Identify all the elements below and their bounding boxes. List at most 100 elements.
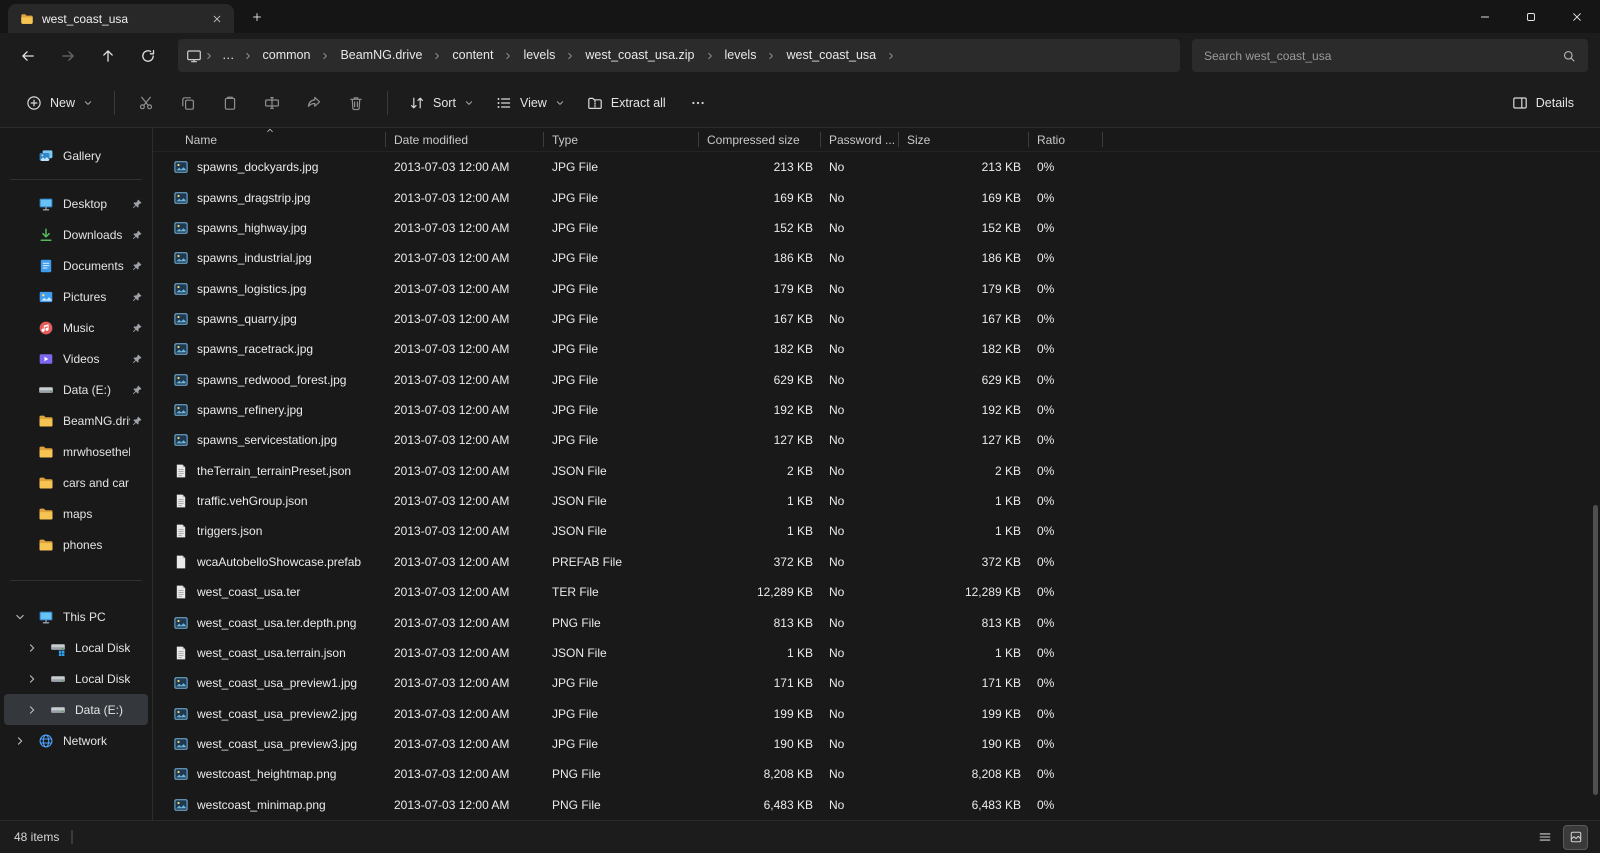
sidebar-item-gallery[interactable]: Gallery: [4, 140, 148, 171]
breadcrumb-item-west-coast-usa-zip[interactable]: west_coast_usa.zip: [577, 43, 702, 68]
extract-all-button[interactable]: Extract all: [577, 86, 676, 120]
rename-button[interactable]: [252, 86, 292, 120]
file-row[interactable]: spawns_racetrack.jpg 2013-07-03 12:00 AM J…: [153, 334, 1600, 364]
up-button[interactable]: [88, 39, 128, 73]
sort-icon: [409, 95, 425, 111]
column-header-password[interactable]: Password ...: [821, 128, 899, 151]
sidebar-item-phones[interactable]: phones: [4, 529, 148, 560]
file-row[interactable]: spawns_quarry.jpg 2013-07-03 12:00 AM JPG …: [153, 304, 1600, 334]
file-row[interactable]: spawns_refinery.jpg 2013-07-03 12:00 AM JP…: [153, 395, 1600, 425]
breadcrumb-item-content[interactable]: content: [444, 43, 501, 68]
chevR-icon: [430, 51, 444, 61]
column-header-name[interactable]: Name: [153, 128, 386, 151]
column-header-ratio[interactable]: Ratio: [1029, 128, 1103, 151]
sidebar-item-beamng-driv[interactable]: BeamNG.driv: [4, 405, 148, 436]
back-button[interactable]: [8, 39, 48, 73]
minimize-button[interactable]: [1462, 0, 1508, 33]
tab-close-button[interactable]: [206, 8, 228, 30]
column-header-size[interactable]: Size: [899, 128, 1029, 151]
file-row[interactable]: spawns_industrial.jpg 2013-07-03 12:00 AM…: [153, 243, 1600, 273]
share-button[interactable]: [294, 86, 334, 120]
details-pane-button[interactable]: Details: [1502, 86, 1584, 120]
sort-button[interactable]: Sort: [399, 86, 484, 120]
file-type-cell: PNG File: [552, 767, 601, 782]
paste-button[interactable]: [210, 86, 250, 120]
address-bar[interactable]: … common BeamNG.drive content levels west_co…: [178, 39, 1180, 72]
close-button[interactable]: [1554, 0, 1600, 33]
file-size-cell: 1 KB: [994, 645, 1021, 660]
file-row[interactable]: west_coast_usa.terrain.json 2013-07-03 12…: [153, 638, 1600, 668]
search-icon[interactable]: [1562, 49, 1576, 63]
file-row[interactable]: west_coast_usa_preview3.jpg 2013-07-03 12…: [153, 729, 1600, 759]
file-name-cell: west_coast_usa_preview3.jpg: [153, 736, 386, 752]
file-row[interactable]: theTerrain_terrainPreset.json 2013-07-03 …: [153, 456, 1600, 486]
details-view-toggle[interactable]: [1532, 825, 1557, 850]
file-type-cell: JPG File: [552, 251, 599, 266]
file-row[interactable]: west_coast_usa.ter.depth.png 2013-07-03 1…: [153, 607, 1600, 637]
breadcrumb-item-levels[interactable]: levels: [515, 43, 563, 68]
breadcrumb-item-beamng-drive[interactable]: BeamNG.drive: [332, 43, 430, 68]
file-row[interactable]: spawns_dockyards.jpg 2013-07-03 12:00 AM J…: [153, 152, 1600, 182]
vertical-scrollbar[interactable]: [1593, 505, 1598, 795]
chevR-icon: [703, 51, 717, 61]
sidebar-item-maps[interactable]: maps: [4, 498, 148, 529]
sidebar-item-data-e[interactable]: Data (E:): [4, 374, 148, 405]
column-header-date[interactable]: Date modified: [386, 128, 544, 151]
file-row[interactable]: west_coast_usa_preview1.jpg 2013-07-03 12…: [153, 668, 1600, 698]
forward-button[interactable]: [48, 39, 88, 73]
chevron-right-icon[interactable]: [26, 704, 38, 716]
sidebar-item-documents[interactable]: Documents: [4, 250, 148, 281]
file-row[interactable]: spawns_highway.jpg 2013-07-03 12:00 AM JPG…: [153, 213, 1600, 243]
sidebar-item-network[interactable]: Network: [4, 725, 148, 756]
sidebar-item-desktop[interactable]: Desktop: [4, 188, 148, 219]
img-icon: [173, 250, 189, 266]
sidebar-item-downloads[interactable]: Downloads: [4, 219, 148, 250]
file-row[interactable]: spawns_redwood_forest.jpg 2013-07-03 12:0…: [153, 365, 1600, 395]
chevron-right-icon[interactable]: [26, 673, 38, 685]
file-row[interactable]: spawns_servicestation.jpg 2013-07-03 12:0…: [153, 425, 1600, 455]
sidebar-item-local-disk-c[interactable]: Local Disk (C:): [4, 632, 148, 663]
explorer-tab[interactable]: west_coast_usa: [8, 4, 234, 33]
chevron-right-icon[interactable]: [14, 735, 26, 747]
maximize-button[interactable]: [1508, 0, 1554, 33]
breadcrumb-overflow[interactable]: …: [216, 43, 241, 68]
delete-button[interactable]: [336, 86, 376, 120]
main-area: Gallery Desktop Downloads Documents Pictures…: [0, 128, 1600, 820]
new-button[interactable]: New: [16, 86, 103, 120]
sidebar-item-local-disk-d[interactable]: Local Disk (D:): [4, 663, 148, 694]
sidebar-item-music[interactable]: Music: [4, 312, 148, 343]
sidebar-item-this-pc[interactable]: This PC: [4, 601, 148, 632]
file-row[interactable]: westcoast_minimap.png 2013-07-03 12:00 AM…: [153, 790, 1600, 820]
file-name: west_coast_usa.ter: [197, 585, 301, 600]
file-row[interactable]: traffic.vehGroup.json 2013-07-03 12:00 AM…: [153, 486, 1600, 516]
file-row[interactable]: triggers.json 2013-07-03 12:00 AM JSON Fil…: [153, 516, 1600, 546]
view-button[interactable]: View: [486, 86, 575, 120]
sidebar-item-data-e[interactable]: Data (E:): [4, 694, 148, 725]
more-options-button[interactable]: [678, 86, 718, 120]
chevron-down-icon[interactable]: [14, 611, 26, 623]
breadcrumb-item-common[interactable]: common: [255, 43, 319, 68]
refresh-button[interactable]: [128, 39, 168, 73]
sidebar-item-mrwhosethebos[interactable]: mrwhosethebos: [4, 436, 148, 467]
sidebar-item-videos[interactable]: Videos: [4, 343, 148, 374]
sidebar-item-cars-and-car-par[interactable]: cars and car par: [4, 467, 148, 498]
file-row[interactable]: west_coast_usa.ter 2013-07-03 12:00 AM TER…: [153, 577, 1600, 607]
chevron-right-icon[interactable]: [26, 642, 38, 654]
breadcrumb-item-west-coast-usa[interactable]: west_coast_usa: [778, 43, 884, 68]
copy-button[interactable]: [168, 86, 208, 120]
file-row[interactable]: wcaAutobelloShowcase.prefab 2013-07-03 12…: [153, 547, 1600, 577]
file-row[interactable]: westcoast_heightmap.png 2013-07-03 12:00 …: [153, 759, 1600, 789]
search-input[interactable]: [1204, 48, 1562, 63]
cut-button[interactable]: [126, 86, 166, 120]
breadcrumb-item-levels[interactable]: levels: [717, 43, 765, 68]
file-row[interactable]: spawns_logistics.jpg 2013-07-03 12:00 AM J…: [153, 273, 1600, 303]
sidebar-item-pictures[interactable]: Pictures: [4, 281, 148, 312]
new-tab-button[interactable]: [244, 4, 270, 30]
file-row[interactable]: west_coast_usa_preview2.jpg 2013-07-03 12…: [153, 698, 1600, 728]
view-toggles: [1532, 824, 1588, 850]
column-header-type[interactable]: Type: [544, 128, 699, 151]
search-box[interactable]: [1192, 39, 1588, 72]
file-row[interactable]: spawns_dragstrip.jpg 2013-07-03 12:00 AM J…: [153, 182, 1600, 212]
thumbnail-view-toggle[interactable]: [1563, 824, 1588, 850]
column-header-compressed[interactable]: Compressed size: [699, 128, 821, 151]
